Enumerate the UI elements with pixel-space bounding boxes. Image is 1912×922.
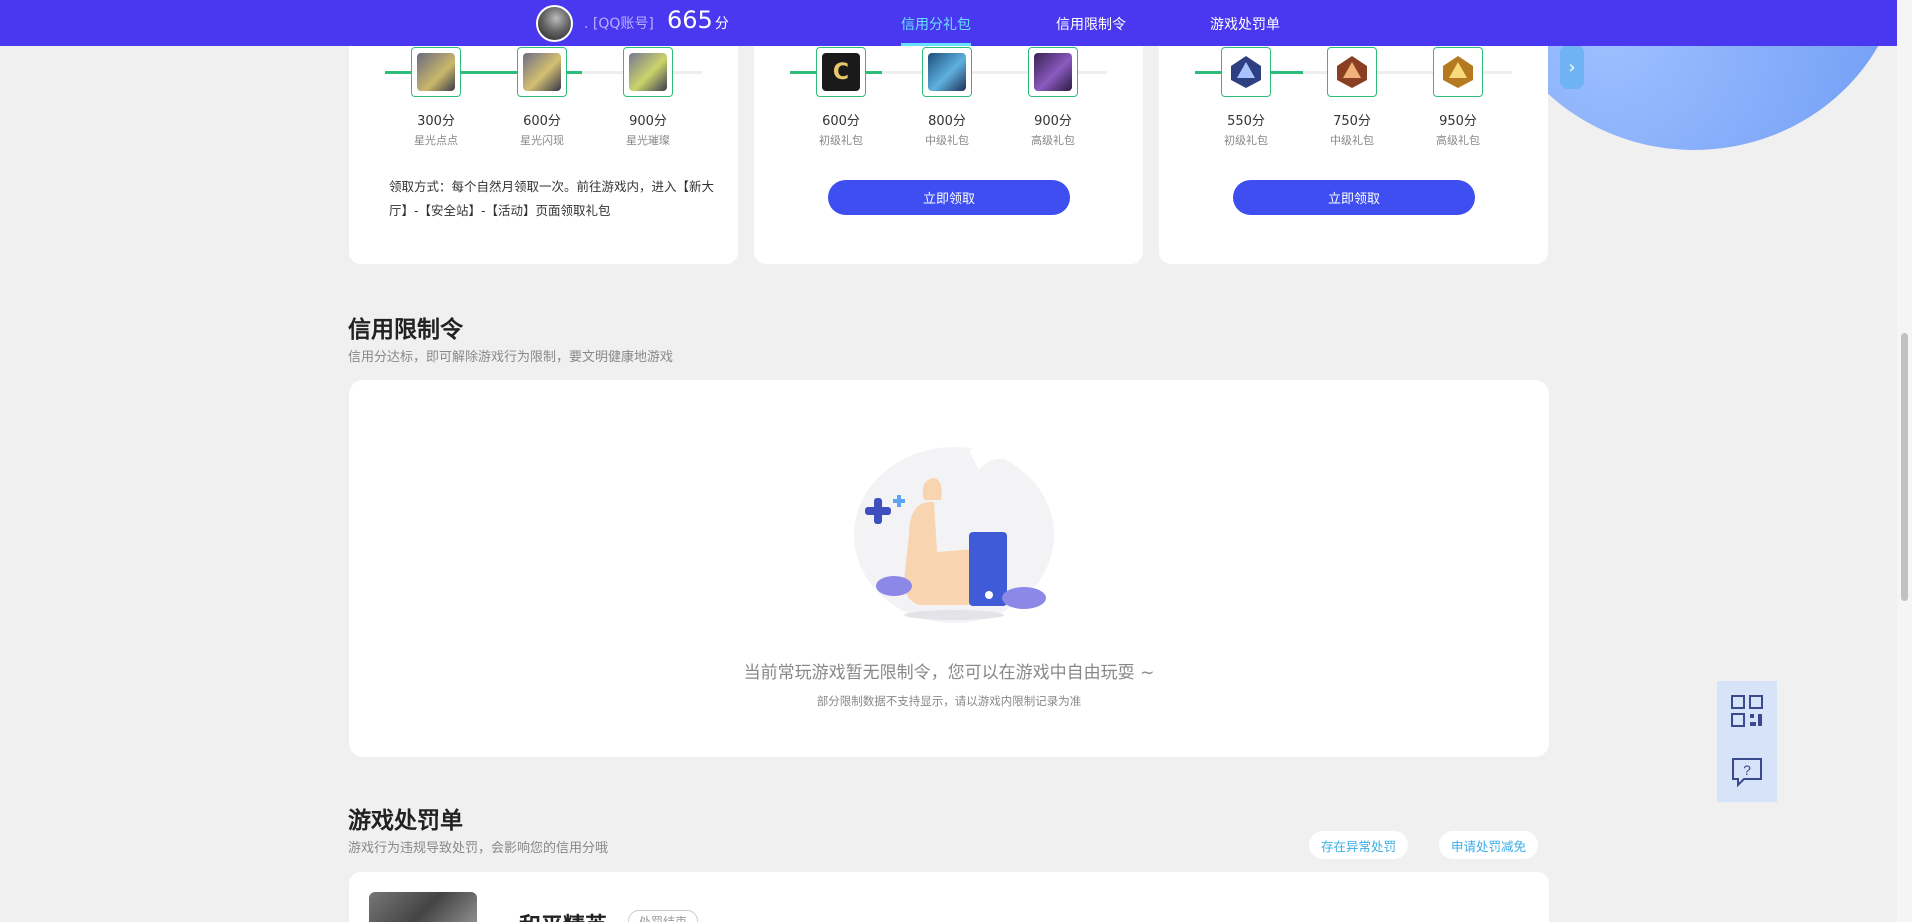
gift-tile[interactable] [1433,47,1483,97]
purple-vehicle-icon [1034,53,1072,91]
side-toolbar: ? [1717,681,1777,802]
section-title-restriction: 信用限制令 [348,317,463,343]
gift-score: 600分 [523,114,561,129]
tab-game-penalty[interactable]: 游戏处罚单 [1210,14,1280,34]
gift-score: 900分 [1034,114,1072,129]
gift-score: 800分 [928,114,966,129]
gift-name: 星光点点 [414,134,458,147]
gift-score: 550分 [1227,114,1265,129]
gift-score: 300分 [417,114,455,129]
empty-state-text: 当前常玩游戏暂无限制令，您可以在游戏中自由玩耍 ~ [743,663,1155,683]
empty-state-subtext: 部分限制数据不支持显示，请以游戏内限制记录为准 [816,694,1082,708]
star-brilliant-gun-icon [629,53,667,91]
gift-tile[interactable] [623,47,673,97]
star-flash-gun-icon [523,53,561,91]
scrollbar[interactable] [1897,0,1912,922]
gift-tile[interactable] [517,47,567,97]
gift-tile[interactable]: C [816,47,866,97]
gift-name: 中级礼包 [925,134,969,147]
gift-name: 中级礼包 [1330,134,1374,147]
gift-tile[interactable] [922,47,972,97]
gift-name: 高级礼包 [1031,134,1075,147]
record-game-title: 和平精英 [519,908,607,922]
gift-name: 初级礼包 [819,134,863,147]
avatar[interactable] [536,5,573,42]
penalty-record[interactable]: 和平精英 处罚结束 [349,872,1549,922]
game-thumbnail [369,892,477,922]
section-subtitle-restriction: 信用分达标，即可解除游戏行为限制，要文明健康地游戏 [348,350,674,365]
help-chat-icon: ? [1732,758,1762,788]
gold-rank-badge-icon [1439,53,1477,91]
next-arrow-button[interactable]: › [1560,45,1584,89]
c-badge-icon: C [822,53,860,91]
tab-credit-gift[interactable]: 信用分礼包 [901,14,971,34]
restriction-panel: 当前常玩游戏暂无限制令，您可以在游戏中自由玩耍 ~ 部分限制数据不支持显示，请以… [349,380,1549,757]
apply-penalty-reduction-button[interactable]: 申请处罚减免 [1439,831,1539,859]
claim-now-button[interactable]: 立即领取 [1233,180,1475,215]
credit-score: 665 分 [667,6,729,34]
thumbs-up-illustration [849,440,1059,625]
credit-score-value: 665 [667,6,713,34]
tab-credit-restriction[interactable]: 信用限制令 [1056,14,1126,34]
status-badge: 处罚结束 [628,910,699,922]
blue-rank-badge-icon [1227,53,1265,91]
help-button[interactable]: ? [1717,742,1777,802]
account-label: . [QQ账号] [584,16,654,32]
gift-name: 高级礼包 [1436,134,1480,147]
bronze-rank-badge-icon [1333,53,1371,91]
gift-score: 750分 [1333,114,1371,129]
gift-name: 星光闪现 [520,134,564,147]
svg-text:?: ? [1743,762,1751,778]
gift-name: 星光璀璨 [626,134,670,147]
gift-score: 950分 [1439,114,1477,129]
section-title-penalty: 游戏处罚单 [348,808,463,834]
claim-instructions: 领取方式：每个自然月领取一次。前往游戏内，进入【新大厅】-【安全站】-【活动】页… [389,179,715,218]
gift-tile[interactable] [1327,47,1377,97]
gift-score: 900分 [629,114,667,129]
credit-score-unit: 分 [714,16,729,32]
gift-tile[interactable] [411,47,461,97]
star-light-gun-icon [417,53,455,91]
gift-name: 初级礼包 [1224,134,1268,147]
rifle-card-icon [928,53,966,91]
top-nav: . [QQ账号] 665 分 信用分礼包 信用限制令 游戏处罚单 [0,0,1897,46]
qr-code-button[interactable] [1717,681,1777,741]
gift-score: 600分 [822,114,860,129]
claim-now-button[interactable]: 立即领取 [828,180,1070,215]
chevron-right-icon: › [1568,56,1576,78]
active-tab-indicator [901,43,971,46]
gift-tile[interactable] [1221,47,1271,97]
section-subtitle-penalty: 游戏行为违规导致处罚，会影响您的信用分哦 [348,841,609,856]
scrollbar-thumb[interactable] [1901,333,1908,601]
gift-tile[interactable] [1028,47,1078,97]
abnormal-penalty-button[interactable]: 存在异常处罚 [1309,831,1409,859]
qr-code-icon [1731,695,1763,727]
